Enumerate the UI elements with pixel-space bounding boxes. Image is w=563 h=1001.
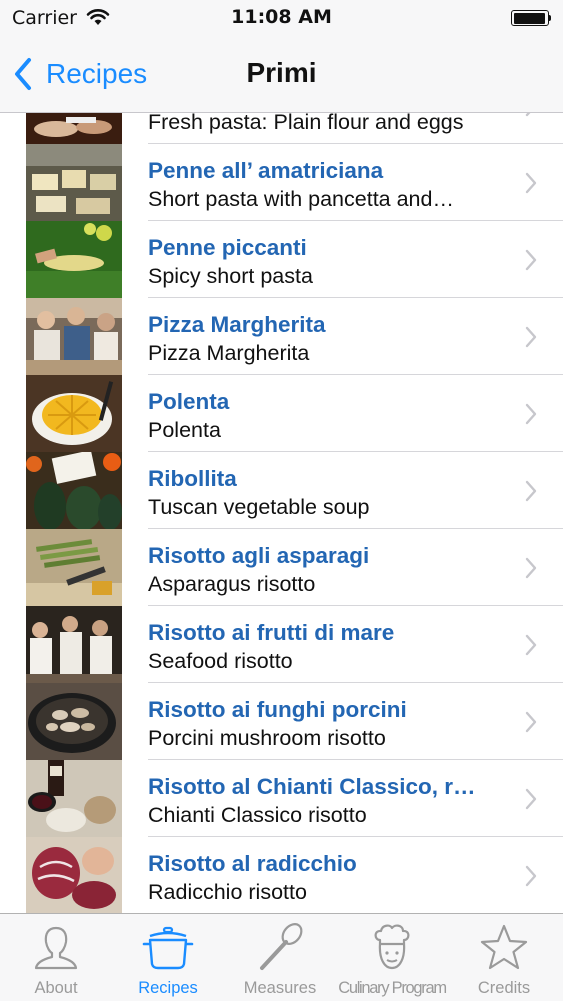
recipe-subtitle: Pizza Margherita <box>148 341 310 365</box>
recipe-thumbnail <box>26 760 122 837</box>
recipe-subtitle: Short pasta with pancetta and… <box>148 187 454 211</box>
tab-label: Credits <box>477 979 531 997</box>
recipe-subtitle: Chianti Classico risotto <box>148 803 367 827</box>
recipe-thumbnail <box>26 298 122 375</box>
recipe-title: Pizza Margherita <box>148 312 326 337</box>
recipe-list[interactable]: Fresh pasta: Plain flour and eggs Penne … <box>0 113 563 913</box>
recipe-row[interactable]: Risotto agli asparagi Asparagus risotto <box>0 529 563 606</box>
recipe-thumbnail <box>26 837 122 913</box>
recipe-thumbnail <box>26 529 122 606</box>
recipe-title: Risotto agli asparagi <box>148 543 370 568</box>
recipe-row[interactable]: Risotto al Chianti Classico, r… Chianti … <box>0 760 563 837</box>
chevron-right-icon <box>525 634 537 656</box>
recipe-thumbnail <box>26 113 122 144</box>
recipe-subtitle: Polenta <box>148 418 221 442</box>
recipe-subtitle: Spicy short pasta <box>148 264 313 288</box>
status-bar: Carrier 11:08 AM <box>0 0 563 36</box>
tab-about[interactable]: About <box>0 914 112 1001</box>
recipe-title: Ribollita <box>148 466 237 491</box>
tab-culinary-program[interactable]: Culinary Program <box>336 914 448 1001</box>
chevron-right-icon <box>525 865 537 887</box>
recipe-title: Penne all’ amatriciana <box>148 158 384 183</box>
recipe-row[interactable]: Fresh pasta: Plain flour and eggs <box>0 113 563 144</box>
recipe-title: Risotto ai funghi porcini <box>148 697 407 722</box>
recipe-row[interactable]: Risotto ai frutti di mare Seafood risott… <box>0 606 563 683</box>
clock: 11:08 AM <box>231 6 332 28</box>
recipe-thumbnail <box>26 375 122 452</box>
chef-icon <box>374 924 410 970</box>
recipe-row[interactable]: Pizza Margherita Pizza Margherita <box>0 298 563 375</box>
chevron-right-icon <box>525 326 537 348</box>
navigation-bar: Recipes Primi <box>0 36 563 113</box>
recipe-thumbnail <box>26 683 122 760</box>
recipe-row[interactable]: Ribollita Tuscan vegetable soup <box>0 452 563 529</box>
recipe-row[interactable]: Penne all’ amatriciana Short pasta with … <box>0 144 563 221</box>
chevron-right-icon <box>525 172 537 194</box>
recipe-row[interactable]: Risotto al radicchio Radicchio risotto <box>0 837 563 913</box>
chevron-right-icon <box>525 113 531 117</box>
page-title: Primi <box>246 57 317 88</box>
recipe-subtitle: Porcini mushroom risotto <box>148 726 386 750</box>
chevron-right-icon <box>525 480 537 502</box>
tab-bar: About Recipes Measures Culinary Program … <box>0 913 563 1001</box>
chevron-right-icon <box>525 403 537 425</box>
recipe-row[interactable]: Penne piccanti Spicy short pasta <box>0 221 563 298</box>
recipe-thumbnail <box>26 452 122 529</box>
recipe-title: Risotto al radicchio <box>148 851 357 876</box>
person-icon <box>34 926 78 970</box>
recipe-subtitle: Tuscan vegetable soup <box>148 495 370 519</box>
tab-recipes[interactable]: Recipes <box>112 914 224 1001</box>
pot-icon <box>142 926 194 970</box>
recipe-subtitle: Fresh pasta: Plain flour and eggs <box>148 113 464 134</box>
recipe-thumbnail <box>26 144 122 221</box>
recipe-title: Risotto ai frutti di mare <box>148 620 395 645</box>
recipe-thumbnail <box>26 221 122 298</box>
spoon-icon <box>260 923 303 970</box>
chevron-right-icon <box>525 711 537 733</box>
chevron-right-icon <box>525 788 537 810</box>
battery-icon <box>511 10 551 26</box>
chevron-right-icon <box>525 557 537 579</box>
tab-credits[interactable]: Credits <box>448 914 560 1001</box>
recipe-row[interactable]: Polenta Polenta <box>0 375 563 452</box>
star-icon <box>480 924 528 970</box>
recipe-subtitle: Seafood risotto <box>148 649 293 673</box>
recipe-subtitle: Radicchio risotto <box>148 880 307 904</box>
recipe-row[interactable]: Risotto ai funghi porcini Porcini mushro… <box>0 683 563 760</box>
tab-measures[interactable]: Measures <box>224 914 336 1001</box>
recipe-title: Polenta <box>148 389 230 414</box>
recipe-subtitle: Asparagus risotto <box>148 572 316 596</box>
recipe-title: Penne piccanti <box>148 235 307 260</box>
chevron-right-icon <box>525 249 537 271</box>
recipe-thumbnail <box>26 606 122 683</box>
recipe-title: Risotto al Chianti Classico, r… <box>148 774 476 799</box>
